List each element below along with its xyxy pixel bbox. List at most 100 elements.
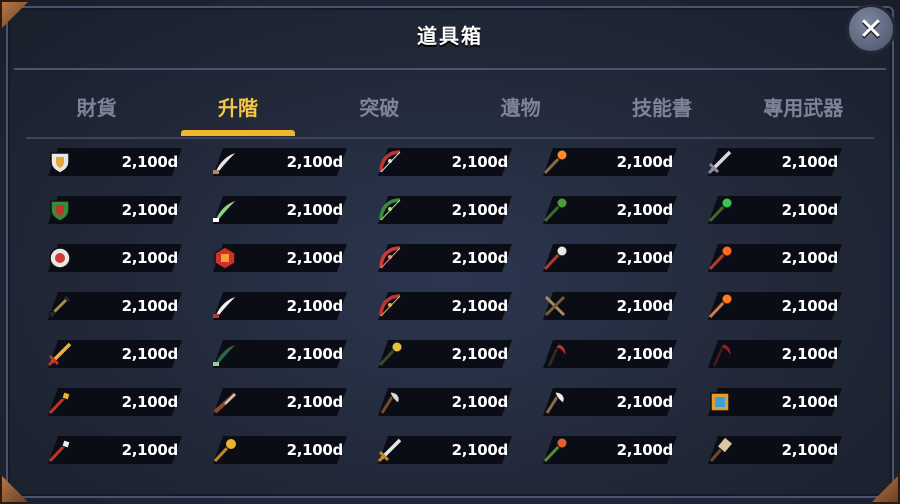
item-price: 2,100d	[616, 249, 674, 267]
item-price: 2,100d	[286, 201, 344, 219]
item-slot[interactable]: 2,100d	[207, 290, 349, 322]
item-price: 2,100d	[616, 345, 674, 363]
red-gem-shield-icon	[207, 242, 243, 274]
item-price: 2,100d	[616, 297, 674, 315]
white-shield-icon	[42, 146, 78, 178]
item-slot[interactable]: 2,100d	[207, 434, 349, 466]
item-slot[interactable]: 2,100d	[372, 290, 514, 322]
item-price: 2,100d	[286, 393, 344, 411]
item-slot[interactable]: 2,100d	[702, 194, 844, 226]
item-price: 2,100d	[121, 441, 179, 459]
category-tabs: 財貨 升階 突破 遺物 技能書 專用武器	[26, 86, 874, 138]
item-grid: 2,100d 2,100d 2,100d 2,100d 2,100d 2,100d 2,10…	[42, 146, 844, 466]
item-price: 2,100d	[616, 393, 674, 411]
chain-flail-icon	[42, 290, 78, 322]
item-slot[interactable]: 2,100d	[207, 146, 349, 178]
item-slot[interactable]: 2,100d	[42, 194, 184, 226]
item-price: 2,100d	[616, 153, 674, 171]
wooden-rifle-icon	[207, 386, 243, 418]
item-slot[interactable]: 2,100d	[702, 386, 844, 418]
item-price: 2,100d	[286, 345, 344, 363]
tab-underline	[26, 137, 874, 139]
item-slot[interactable]: 2,100d	[537, 434, 679, 466]
item-box-window: 道具箱 ✕ 財貨 升階 突破 遺物 技能書 專用武器 2,100d 2,100d 2…	[0, 0, 900, 504]
tab-exclusive-weapons[interactable]: 專用武器	[733, 86, 874, 138]
tab-currency[interactable]: 財貨	[26, 86, 167, 138]
item-slot[interactable]: 2,100d	[42, 338, 184, 370]
golden-mace-icon	[207, 434, 243, 466]
item-price: 2,100d	[451, 297, 509, 315]
white-feather-blade-icon	[207, 290, 243, 322]
item-price: 2,100d	[121, 249, 179, 267]
golden-sword-icon	[42, 338, 78, 370]
item-slot[interactable]: 2,100d	[372, 434, 514, 466]
item-price: 2,100d	[781, 441, 839, 459]
item-slot[interactable]: 2,100d	[42, 434, 184, 466]
fire-staff-icon	[537, 146, 573, 178]
close-icon: ✕	[858, 11, 884, 47]
item-slot[interactable]: 2,100d	[537, 242, 679, 274]
item-slot[interactable]: 2,100d	[42, 146, 184, 178]
item-price: 2,100d	[451, 249, 509, 267]
item-slot[interactable]: 2,100d	[537, 194, 679, 226]
item-price: 2,100d	[781, 393, 839, 411]
tab-ascension[interactable]: 升階	[167, 86, 308, 138]
item-slot[interactable]: 2,100d	[702, 146, 844, 178]
item-slot[interactable]: 2,100d	[372, 194, 514, 226]
item-price: 2,100d	[451, 345, 509, 363]
item-slot[interactable]: 2,100d	[537, 146, 679, 178]
item-slot[interactable]: 2,100d	[42, 386, 184, 418]
item-price: 2,100d	[286, 249, 344, 267]
item-slot[interactable]: 2,100d	[207, 338, 349, 370]
item-slot[interactable]: 2,100d	[702, 242, 844, 274]
jeweled-staff-icon	[537, 434, 573, 466]
dark-green-sword-icon	[207, 338, 243, 370]
tab-relics[interactable]: 遺物	[450, 86, 591, 138]
item-slot[interactable]: 2,100d	[42, 290, 184, 322]
item-slot[interactable]: 2,100d	[702, 290, 844, 322]
item-price: 2,100d	[451, 153, 509, 171]
item-price: 2,100d	[121, 393, 179, 411]
item-slot[interactable]: 2,100d	[42, 242, 184, 274]
crimson-scythe-icon	[702, 338, 738, 370]
green-rune-shield-icon	[42, 194, 78, 226]
white-curved-blade-icon	[207, 146, 243, 178]
green-vine-staff-icon	[537, 194, 573, 226]
green-orb-staff-icon	[702, 194, 738, 226]
green-vine-bow-icon	[372, 194, 408, 226]
item-price: 2,100d	[781, 249, 839, 267]
item-slot[interactable]: 2,100d	[537, 338, 679, 370]
battle-axe-icon	[372, 386, 408, 418]
title-divider	[14, 68, 886, 70]
item-slot[interactable]: 2,100d	[537, 290, 679, 322]
red-spear-icon	[42, 386, 78, 418]
tab-breakthrough[interactable]: 突破	[309, 86, 450, 138]
item-slot[interactable]: 2,100d	[207, 194, 349, 226]
item-slot[interactable]: 2,100d	[702, 338, 844, 370]
item-slot[interactable]: 2,100d	[372, 338, 514, 370]
red-scythe-icon	[537, 338, 573, 370]
red-round-shield-icon	[42, 242, 78, 274]
war-hammer-icon	[702, 434, 738, 466]
item-price: 2,100d	[616, 441, 674, 459]
item-price: 2,100d	[451, 393, 509, 411]
item-slot[interactable]: 2,100d	[372, 242, 514, 274]
item-price: 2,100d	[286, 297, 344, 315]
tab-skill-books[interactable]: 技能書	[591, 86, 732, 138]
item-price: 2,100d	[121, 345, 179, 363]
red-spiked-bow-icon	[372, 242, 408, 274]
item-slot[interactable]: 2,100d	[372, 386, 514, 418]
item-slot[interactable]: 2,100d	[372, 146, 514, 178]
item-price: 2,100d	[121, 297, 179, 315]
spear-tip-icon	[42, 434, 78, 466]
double-axe-icon	[537, 386, 573, 418]
fire-orb-wand-icon	[702, 290, 738, 322]
item-price: 2,100d	[286, 153, 344, 171]
close-button[interactable]: ✕	[846, 4, 896, 54]
item-price: 2,100d	[781, 345, 839, 363]
item-slot[interactable]: 2,100d	[207, 386, 349, 418]
item-slot[interactable]: 2,100d	[207, 242, 349, 274]
item-slot[interactable]: 2,100d	[537, 386, 679, 418]
steel-sword-icon	[702, 146, 738, 178]
item-slot[interactable]: 2,100d	[702, 434, 844, 466]
